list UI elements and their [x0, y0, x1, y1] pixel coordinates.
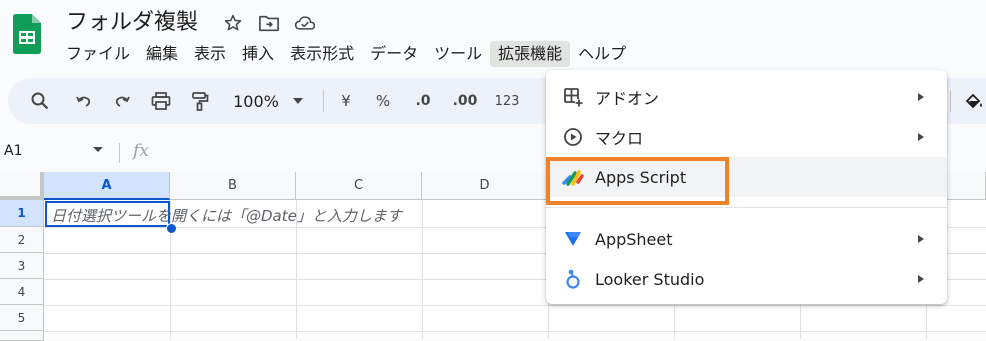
looker-studio-icon [562, 268, 584, 290]
menu-item-label: マクロ [595, 129, 644, 148]
column-header-a[interactable]: A [44, 172, 170, 200]
star-icon[interactable] [222, 12, 244, 34]
row-header-2[interactable]: 2 [0, 227, 44, 253]
toolbar-divider [323, 90, 324, 112]
submenu-arrow-icon [918, 235, 924, 243]
column-header-c[interactable]: C [296, 172, 422, 200]
print-icon[interactable] [149, 87, 173, 115]
row-header-5[interactable]: 5 [0, 305, 44, 331]
menu-item-addons[interactable]: アドオン [546, 77, 947, 117]
name-box[interactable]: A1 [4, 143, 22, 159]
menu-extensions[interactable]: 拡張機能 [490, 41, 571, 67]
addon-icon [562, 86, 584, 108]
submenu-arrow-icon [918, 133, 924, 141]
menu-item-label: AppSheet [595, 229, 673, 249]
row-header-4[interactable]: 4 [0, 279, 44, 305]
menu-divider [546, 207, 947, 208]
appsheet-icon [562, 228, 584, 250]
cell-hint-text: 日付選択ツールを開くには「@Date」と入力します [51, 207, 402, 225]
move-folder-icon[interactable] [258, 12, 280, 34]
menu-file[interactable]: ファイル [58, 41, 138, 67]
column-header-d[interactable]: D [422, 172, 548, 200]
grid-line [422, 200, 423, 339]
sheets-logo-icon[interactable] [13, 14, 41, 54]
menu-format[interactable]: 表示形式 [282, 41, 362, 67]
row-header-6[interactable] [0, 331, 44, 341]
undo-icon[interactable] [72, 87, 96, 115]
fx-icon: fx [133, 141, 149, 161]
menu-item-label: Looker Studio [595, 269, 705, 289]
number-format-button[interactable]: 123 [492, 87, 522, 115]
document-title[interactable]: フォルダ複製 [66, 8, 198, 38]
redo-icon[interactable] [110, 87, 134, 115]
search-icon[interactable] [28, 87, 52, 115]
submenu-arrow-icon [918, 275, 924, 283]
menu-help[interactable]: ヘルプ [570, 41, 634, 67]
zoom-select[interactable]: 100% [230, 87, 282, 115]
menu-item-macros[interactable]: マクロ [546, 117, 947, 157]
row-header-1[interactable]: 1 [0, 200, 44, 227]
row-header-3[interactable]: 3 [0, 253, 44, 279]
formula-divider [119, 143, 120, 163]
menu-data[interactable]: データ [362, 41, 426, 67]
decrease-decimal-button[interactable]: .0 [410, 87, 436, 115]
paint-format-icon[interactable] [188, 87, 212, 115]
menu-insert[interactable]: 挿入 [234, 41, 282, 67]
select-all-corner[interactable] [0, 172, 44, 200]
name-box-dropdown-icon[interactable] [93, 147, 103, 152]
submenu-arrow-icon [918, 93, 924, 101]
increase-decimal-button[interactable]: .00 [449, 87, 481, 115]
menu-item-label: アドオン [595, 89, 660, 108]
menu-edit[interactable]: 編集 [138, 41, 186, 67]
menu-item-looker-studio[interactable]: Looker Studio [546, 259, 947, 299]
grid-line [44, 305, 986, 306]
toolbar-divider [950, 90, 951, 112]
column-header-b[interactable]: B [170, 172, 296, 200]
cloud-saved-icon[interactable] [294, 12, 316, 34]
menu-view[interactable]: 表示 [186, 41, 234, 67]
menu-tools[interactable]: ツール [426, 41, 490, 67]
chevron-down-icon[interactable] [292, 87, 304, 115]
grid-line [44, 331, 986, 332]
play-circle-icon [562, 126, 584, 148]
percent-format-button[interactable]: % [372, 87, 394, 115]
apps-script-highlight-box [546, 157, 729, 205]
menu-bar: ファイル 編集 表示 挿入 表示形式 データ ツール 拡張機能 ヘルプ [58, 40, 634, 68]
fill-color-icon[interactable] [963, 87, 985, 115]
menu-item-appsheet[interactable]: AppSheet [546, 219, 947, 259]
currency-format-button[interactable]: ¥ [336, 87, 356, 115]
